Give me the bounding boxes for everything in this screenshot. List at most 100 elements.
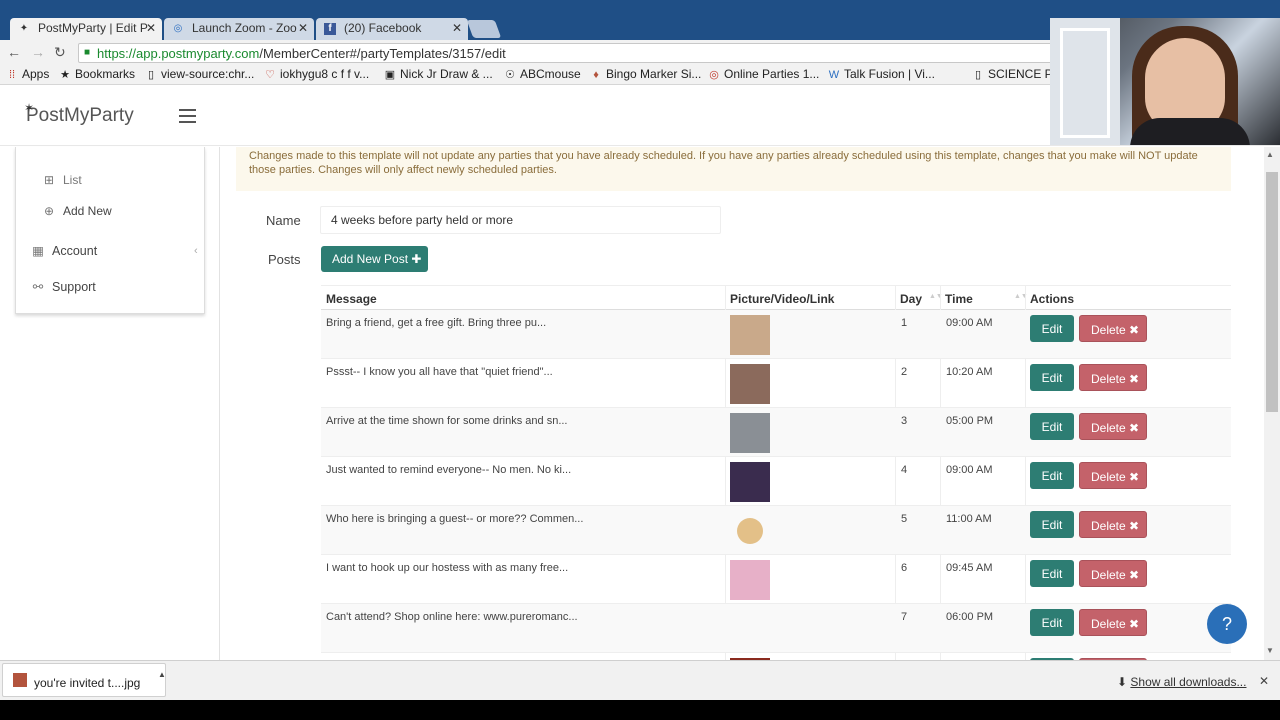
add-new-post-button[interactable]: Add New Post ✚ <box>321 246 428 272</box>
edit-button[interactable]: Edit <box>1030 315 1074 342</box>
bookmark-label: iokhygu8 c f f v... <box>280 67 370 81</box>
close-tab-icon[interactable]: ✕ <box>146 21 156 35</box>
show-all-label: Show all downloads... <box>1130 675 1247 689</box>
sidebar-item-account[interactable]: ▦ Account <box>30 243 97 258</box>
close-tab-icon[interactable]: ✕ <box>452 21 462 35</box>
notice-text: Changes made to this template will not u… <box>249 150 1198 176</box>
bookmark-bingo[interactable]: ♦ Bingo Marker Si... <box>590 67 701 81</box>
new-tab-button[interactable] <box>466 20 502 38</box>
table-row: Pssst-- I know you all have that "quiet … <box>321 359 1231 408</box>
edit-button[interactable]: Edit <box>1030 511 1074 538</box>
delete-button[interactable]: Delete ✖ <box>1079 560 1147 587</box>
sidebar-item-list[interactable]: ⊞ List <box>41 173 82 187</box>
name-label: Name <box>266 213 301 228</box>
bookmark-bookmarks[interactable]: ★ Bookmarks <box>59 67 135 81</box>
page-icon: ▯ <box>974 69 982 81</box>
scroll-down-icon[interactable]: ▼ <box>1266 646 1274 655</box>
tab-postmyparty[interactable]: ✦ PostMyParty | Edit P ✕ <box>10 18 162 40</box>
row-message: Who here is bringing a guest-- or more??… <box>326 513 584 525</box>
tab-facebook[interactable]: f (20) Facebook ✕ <box>316 18 468 40</box>
tab-zoom[interactable]: ◎ Launch Zoom - Zoo ✕ <box>164 18 314 40</box>
calendar-icon: ▦ <box>32 244 44 258</box>
forward-arrow-icon[interactable]: → <box>31 44 45 60</box>
bookmark-label: Bookmarks <box>75 67 136 81</box>
edit-button[interactable]: Edit <box>1030 364 1074 391</box>
bookmark-talk-fusion[interactable]: W Talk Fusion | Vi... <box>828 67 935 81</box>
hamburger-menu-icon[interactable] <box>179 109 196 123</box>
template-warning-notice: Changes made to this template will not u… <box>236 147 1231 191</box>
row-day: 5 <box>901 513 908 525</box>
row-time: 06:00 PM <box>946 611 994 623</box>
bookmark-nickjr[interactable]: ▣ Nick Jr Draw & ... <box>384 67 493 81</box>
post-thumbnail <box>730 315 770 355</box>
scroll-up-icon[interactable]: ▲ <box>1266 150 1274 159</box>
facebook-favicon-icon: f <box>324 23 336 35</box>
postmyparty-logo[interactable]: ✶ PostMyParty <box>24 101 134 127</box>
bookmark-label: Bingo Marker Si... <box>606 67 702 81</box>
close-downloads-icon[interactable]: ✕ <box>1259 674 1269 688</box>
delete-button[interactable]: Delete ✖ <box>1079 511 1147 538</box>
header-actions: Actions <box>1030 292 1075 306</box>
marker-icon: ♦ <box>593 69 599 81</box>
sidebar-item-label: Add New <box>63 204 112 218</box>
tab-title: (20) Facebook <box>344 21 422 35</box>
post-thumbnail <box>730 462 770 502</box>
delete-button[interactable]: Delete ✖ <box>1079 413 1147 440</box>
bookmark-abcmouse[interactable]: ☉ ABCmouse <box>504 67 581 81</box>
delete-button[interactable]: Delete ✖ <box>1079 315 1147 342</box>
sidebar-item-label: List <box>63 173 82 187</box>
bookmark-science[interactable]: ▯ SCIENCE Pr <box>972 67 1057 81</box>
chevron-up-icon[interactable]: ▲ <box>158 670 166 679</box>
bookmark-iokhygu[interactable]: ♡ iokhygu8 c f f v... <box>264 67 369 81</box>
party-icon: ◎ <box>709 69 719 81</box>
table-row: Bring a friend, get a free gift. Bring t… <box>321 310 1231 359</box>
template-name-input[interactable] <box>320 206 721 234</box>
edit-button[interactable]: Edit <box>1030 413 1074 440</box>
download-arrow-icon: ⬇ <box>1117 675 1128 689</box>
table-row: Arrive at the time shown for some drinks… <box>321 408 1231 457</box>
bookmark-view-source[interactable]: ▯ view-source:chr... <box>145 67 254 81</box>
row-time: 11:00 AM <box>946 513 992 525</box>
delete-button[interactable]: Delete ✖ <box>1079 364 1147 391</box>
row-message: I want to hook up our hostess with as ma… <box>326 562 569 574</box>
post-thumbnail <box>737 518 763 544</box>
post-thumbnail <box>730 560 770 600</box>
header-media[interactable]: Picture/Video/Link <box>730 292 834 306</box>
edit-button[interactable]: Edit <box>1030 609 1074 636</box>
show-all-downloads-link[interactable]: ⬇ Show all downloads... <box>1117 675 1246 689</box>
chevron-left-icon[interactable]: ‹ <box>194 245 198 257</box>
header-day[interactable]: Day <box>900 292 922 306</box>
row-time: 09:00 AM <box>946 464 993 476</box>
url-host: https://app.postmyparty.com <box>97 46 260 61</box>
table-row: Can't attend? Shop online here: www.pure… <box>321 604 1231 653</box>
grid-icon: ⊞ <box>43 173 55 187</box>
tab-title: PostMyParty | Edit P <box>38 21 148 35</box>
bookmark-apps[interactable]: ⁞⁞ Apps <box>6 67 49 81</box>
scrollbar-thumb[interactable] <box>1266 172 1278 412</box>
reload-icon[interactable]: ↻ <box>54 44 66 61</box>
sidebar-menu: ⊞ List ⊕ Add New ▦ Account ‹ ⚯ Support <box>15 147 205 314</box>
lock-icon: ■ <box>84 47 91 58</box>
close-tab-icon[interactable]: ✕ <box>298 21 308 35</box>
bookmark-label: Online Parties 1... <box>724 67 820 81</box>
header-message[interactable]: Message <box>326 292 377 306</box>
table-row: I want to hook up our hostess with as ma… <box>321 555 1231 604</box>
chat-help-button[interactable]: ? <box>1207 604 1247 644</box>
table-row: Who here is bringing a guest-- or more??… <box>321 506 1231 555</box>
sidebar-item-support[interactable]: ⚯ Support <box>30 279 96 294</box>
row-time: 09:45 AM <box>946 562 993 574</box>
edit-button[interactable]: Edit <box>1030 560 1074 587</box>
header-time[interactable]: Time <box>945 292 973 306</box>
chat-icon: ? <box>1221 614 1232 634</box>
back-arrow-icon[interactable]: ← <box>7 44 21 60</box>
sidebar-item-add-new[interactable]: ⊕ Add New <box>41 204 112 218</box>
logo-star-icon: ✶ <box>24 101 35 115</box>
row-message: Bring a friend, get a free gift. Bring t… <box>326 317 547 329</box>
url-field[interactable]: ■ https://app.postmyparty.com/MemberCent… <box>78 43 1078 63</box>
download-item[interactable]: you're invited t....jpg ▲ <box>2 663 166 697</box>
edit-button[interactable]: Edit <box>1030 462 1074 489</box>
page-icon: ▯ <box>147 69 155 81</box>
bookmark-online-parties[interactable]: ◎ Online Parties 1... <box>708 67 819 81</box>
delete-button[interactable]: Delete ✖ <box>1079 462 1147 489</box>
delete-button[interactable]: Delete ✖ <box>1079 609 1147 636</box>
